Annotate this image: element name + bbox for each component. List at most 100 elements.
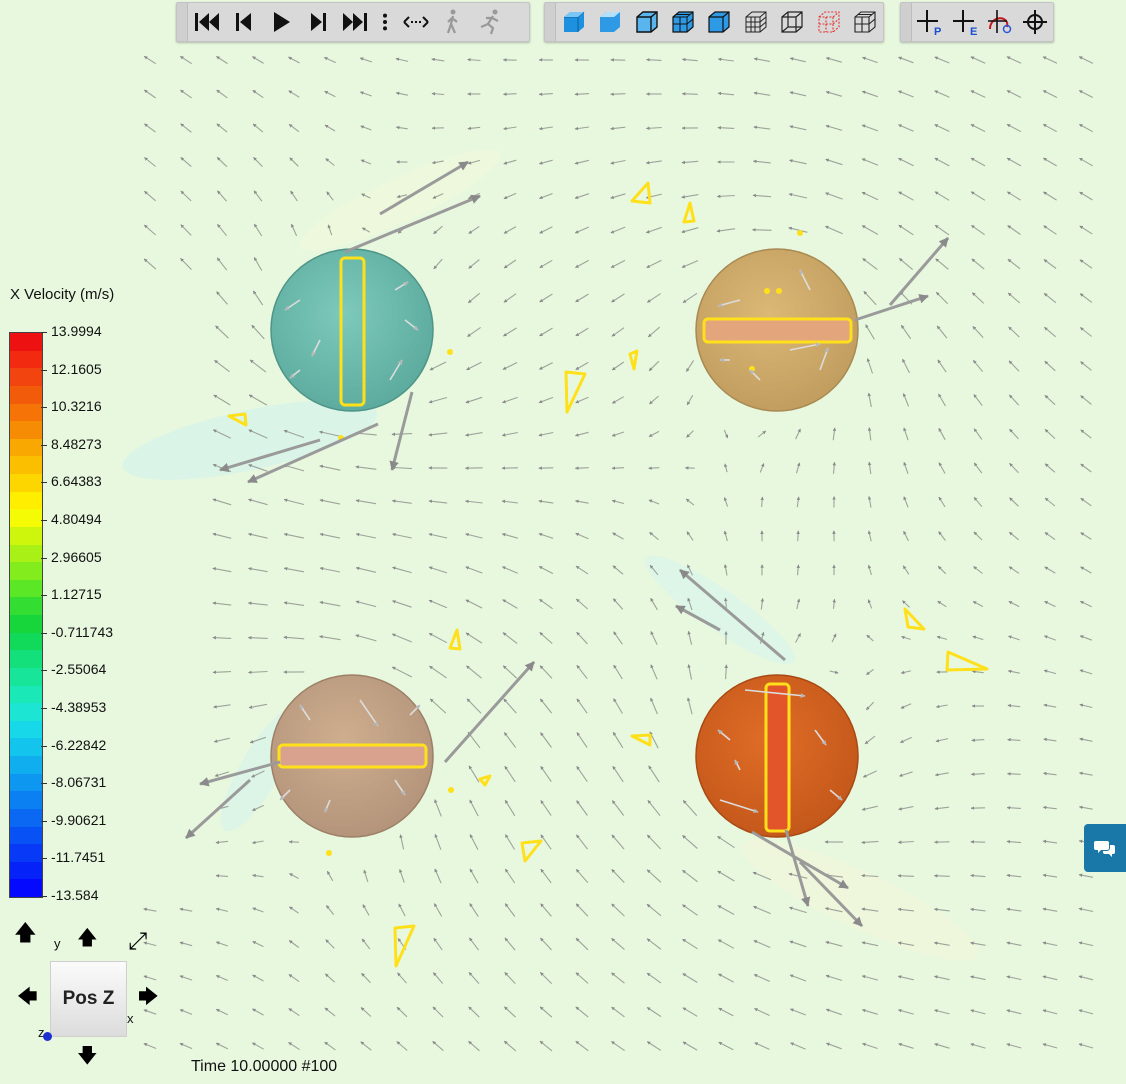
velocity-vector	[970, 123, 986, 133]
solid-shaded-button[interactable]	[556, 4, 592, 40]
toolbar-grip[interactable]	[545, 3, 556, 41]
velocity-vector	[825, 90, 843, 97]
simulation-viewport[interactable]	[0, 0, 1126, 1084]
velocity-vector	[898, 257, 914, 271]
velocity-vector	[1042, 975, 1058, 981]
hidden-line-button[interactable]	[810, 4, 846, 40]
velocity-vector	[215, 907, 229, 912]
velocity-vector	[934, 191, 950, 201]
velocity-vector	[681, 260, 699, 268]
velocity-vector	[898, 124, 914, 132]
step-forward-button[interactable]	[299, 4, 336, 40]
probe-point-icon: P	[917, 10, 942, 37]
color-scale-label: -6.22842	[51, 736, 107, 753]
velocity-vector	[790, 1042, 806, 1050]
velocity-vector	[540, 834, 552, 850]
step-back-button[interactable]	[225, 4, 262, 40]
velocity-vector	[611, 466, 625, 470]
velocity-vector	[252, 907, 264, 913]
velocity-vector	[760, 598, 765, 610]
mesh-shaded-button[interactable]	[665, 4, 701, 40]
velocity-vector	[1079, 600, 1092, 608]
velocity-vector	[248, 394, 268, 406]
probe-element-button[interactable]: E	[947, 4, 982, 40]
velocity-vector	[215, 974, 229, 982]
last-frame-button[interactable]	[336, 4, 373, 40]
run-button[interactable]	[471, 4, 508, 40]
walk-button[interactable]	[434, 4, 471, 40]
velocity-vector	[685, 360, 695, 372]
velocity-vector	[934, 1009, 950, 1015]
first-frame-button[interactable]	[188, 4, 225, 40]
rotate-diagonal-icon[interactable]: ⤢	[128, 930, 147, 954]
orientation-cube[interactable]: Pos Z	[50, 961, 127, 1037]
velocity-vector	[1006, 123, 1022, 133]
velocity-vector	[646, 293, 662, 303]
play-button[interactable]	[262, 4, 299, 40]
toolbar-grip[interactable]	[901, 3, 912, 41]
chat-button[interactable]	[1084, 824, 1126, 872]
velocity-vector	[253, 190, 263, 202]
color-scale-segment	[10, 597, 42, 615]
arrow-down-icon[interactable]: 🡇	[77, 1046, 98, 1066]
velocity-vector	[391, 666, 413, 678]
wireframe-mesh-button[interactable]	[738, 4, 774, 40]
color-scale-segment	[10, 861, 42, 880]
velocity-vector	[355, 600, 377, 608]
velocity-vector	[360, 1041, 372, 1051]
velocity-vector	[503, 259, 517, 269]
velocity-vector	[682, 938, 698, 950]
velocity-vector	[1080, 497, 1092, 507]
velocity-vector	[1007, 703, 1021, 708]
rotor-bottom-right[interactable]	[695, 674, 859, 838]
color-scale-tick	[41, 444, 47, 446]
velocity-vector	[970, 56, 986, 64]
velocity-vector	[213, 737, 230, 743]
wireframe-button[interactable]	[774, 4, 810, 40]
rotor-top-left[interactable]	[270, 248, 434, 412]
velocity-vector	[355, 499, 377, 505]
toolbar-grip[interactable]	[177, 3, 188, 41]
mesh-shaded-icon	[672, 11, 694, 33]
velocity-vector	[575, 499, 589, 504]
velocity-vector	[789, 1008, 806, 1016]
velocity-vector	[902, 565, 910, 575]
velocity-vector	[862, 1042, 878, 1050]
rotate-up-icon[interactable]: 🡅	[14, 922, 37, 944]
shaded-edges-button[interactable]	[629, 4, 665, 40]
probe-point-button[interactable]: P	[912, 4, 947, 40]
velocity-vector	[399, 834, 405, 850]
crosshair-button[interactable]	[1018, 4, 1053, 40]
velocity-vector	[611, 869, 625, 883]
velocity-vector	[283, 567, 304, 573]
velocity-vector	[934, 56, 950, 64]
arrow-up-icon[interactable]: 🡅	[77, 928, 98, 948]
probe-vector-button[interactable]	[982, 4, 1017, 40]
velocity-vector	[1007, 772, 1021, 776]
velocity-vector	[1043, 771, 1057, 776]
smooth-shaded-button[interactable]	[592, 4, 628, 40]
mesh-edges-button[interactable]	[847, 4, 883, 40]
velocity-vector	[575, 868, 589, 884]
color-scale-tick	[41, 783, 47, 785]
velocity-vector	[143, 89, 157, 99]
velocity-vector	[1043, 292, 1057, 304]
more-options-button[interactable]	[373, 4, 397, 40]
loop-button[interactable]	[397, 4, 434, 40]
velocity-vector	[934, 224, 950, 236]
velocity-vector	[355, 465, 377, 470]
arrow-right-icon[interactable]: 🡆	[138, 987, 159, 1007]
arrow-left-icon[interactable]: 🡄	[17, 987, 38, 1007]
solid-outline-button[interactable]	[701, 4, 737, 40]
velocity-vector	[434, 799, 442, 817]
velocity-vector	[936, 635, 948, 640]
rotor-bottom-left[interactable]	[270, 674, 434, 838]
velocity-vector	[1008, 531, 1020, 541]
velocity-vector	[867, 496, 872, 508]
rotor-top-right[interactable]	[695, 248, 859, 412]
velocity-vector	[686, 394, 694, 406]
velocity-vector	[504, 765, 516, 783]
velocity-vector	[180, 258, 192, 270]
velocity-vector	[468, 1040, 480, 1052]
color-scale-segment	[10, 438, 42, 457]
